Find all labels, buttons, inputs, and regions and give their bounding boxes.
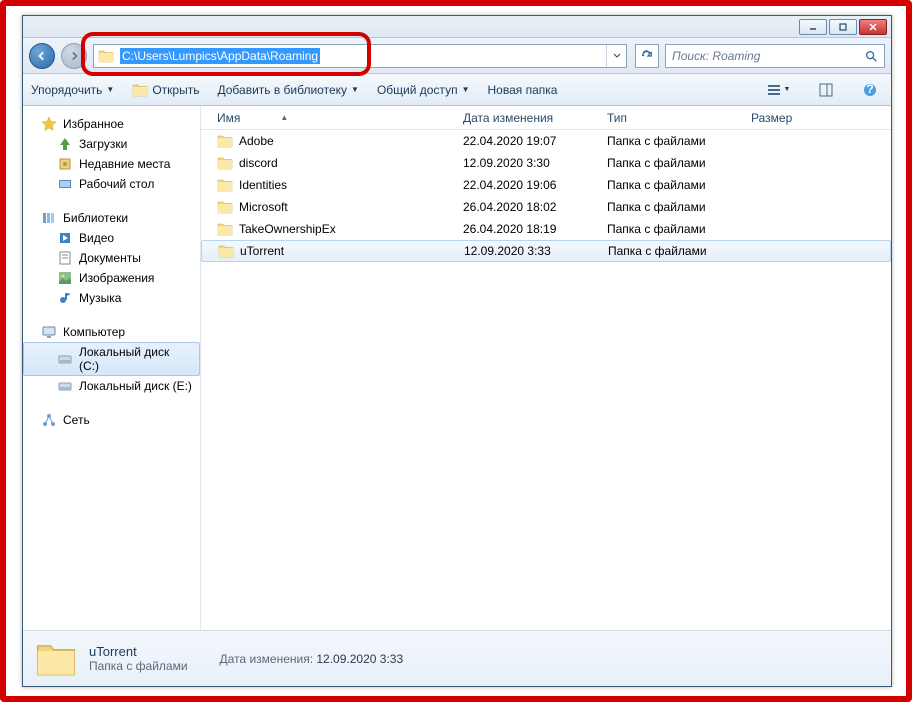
forward-button[interactable] [61, 43, 87, 69]
refresh-button[interactable] [635, 44, 659, 68]
item-icon [57, 136, 73, 152]
sidebar-item[interactable]: Рабочий стол [23, 174, 200, 194]
sidebar-item[interactable]: Локальный диск (C:) [23, 342, 200, 376]
column-headers: Имя▲ Дата изменения Тип Размер [201, 106, 891, 130]
toolbar: Упорядочить▼ Открыть Добавить в библиоте… [23, 74, 891, 106]
new-folder-button[interactable]: Новая папка [487, 83, 557, 97]
item-icon [57, 250, 73, 266]
file-list[interactable]: Adobe22.04.2020 19:07Папка с файламиdisc… [201, 130, 891, 630]
titlebar [23, 16, 891, 38]
column-name[interactable]: Имя▲ [209, 111, 455, 125]
item-icon [57, 270, 73, 286]
address-path: C:\Users\Lumpics\AppData\Roaming [120, 48, 320, 64]
sidebar-item[interactable]: Видео [23, 228, 200, 248]
folder-icon [217, 133, 233, 149]
navigation-sidebar: Избранное ЗагрузкиНедавние местаРабочий … [23, 106, 201, 630]
search-icon [864, 49, 878, 63]
star-icon [41, 116, 57, 132]
column-size[interactable]: Размер [743, 111, 843, 125]
file-row[interactable]: uTorrent12.09.2020 3:33Папка с файлами [201, 240, 891, 262]
details-name: uTorrent [89, 644, 188, 659]
search-placeholder: Поиск: Roaming [672, 49, 760, 63]
maximize-button[interactable] [829, 19, 857, 35]
folder-icon [98, 48, 114, 64]
share-menu[interactable]: Общий доступ▼ [377, 83, 470, 97]
details-date: Дата изменения: 12.09.2020 3:33 [220, 652, 404, 666]
view-mode-button[interactable]: ▼ [761, 79, 795, 101]
content-area: Избранное ЗагрузкиНедавние местаРабочий … [23, 106, 891, 630]
folder-icon [218, 243, 234, 259]
file-row[interactable]: Adobe22.04.2020 19:07Папка с файлами [201, 130, 891, 152]
sidebar-favorites-header[interactable]: Избранное [23, 114, 200, 134]
open-icon [132, 82, 148, 98]
item-icon [57, 351, 73, 367]
organize-menu[interactable]: Упорядочить▼ [31, 83, 114, 97]
close-button[interactable] [859, 19, 887, 35]
folder-icon [217, 177, 233, 193]
address-bar-row: C:\Users\Lumpics\AppData\Roaming Поиск: … [23, 38, 891, 74]
item-icon [57, 230, 73, 246]
item-icon [57, 156, 73, 172]
open-button[interactable]: Открыть [132, 82, 199, 98]
details-pane: uTorrent Папка с файлами Дата изменения:… [23, 630, 891, 686]
explorer-window: C:\Users\Lumpics\AppData\Roaming Поиск: … [22, 15, 892, 687]
add-to-library-menu[interactable]: Добавить в библиотеку▼ [217, 83, 358, 97]
file-row[interactable]: discord12.09.2020 3:30Папка с файлами [201, 152, 891, 174]
svg-text:?: ? [866, 82, 873, 96]
column-type[interactable]: Тип [599, 111, 743, 125]
sidebar-libraries-header[interactable]: Библиотеки [23, 208, 200, 228]
search-field[interactable]: Поиск: Roaming [665, 44, 885, 68]
column-date[interactable]: Дата изменения [455, 111, 599, 125]
folder-icon [217, 221, 233, 237]
item-icon [57, 176, 73, 192]
item-icon [57, 378, 73, 394]
sidebar-network-header[interactable]: Сеть [23, 410, 200, 430]
file-list-pane: Имя▲ Дата изменения Тип Размер Adobe22.0… [201, 106, 891, 630]
details-type: Папка с файлами [89, 659, 188, 673]
minimize-button[interactable] [799, 19, 827, 35]
folder-icon [35, 638, 77, 680]
folder-icon [217, 199, 233, 215]
address-field[interactable]: C:\Users\Lumpics\AppData\Roaming [93, 44, 627, 68]
back-button[interactable] [29, 43, 55, 69]
sort-indicator-icon: ▲ [280, 113, 288, 122]
help-button[interactable]: ? [857, 79, 883, 101]
address-dropdown[interactable] [606, 45, 626, 67]
sidebar-item[interactable]: Изображения [23, 268, 200, 288]
sidebar-item[interactable]: Документы [23, 248, 200, 268]
folder-icon [217, 155, 233, 171]
sidebar-item[interactable]: Загрузки [23, 134, 200, 154]
sidebar-computer-header[interactable]: Компьютер [23, 322, 200, 342]
preview-pane-button[interactable] [813, 79, 839, 101]
sidebar-item[interactable]: Локальный диск (E:) [23, 376, 200, 396]
network-icon [41, 412, 57, 428]
item-icon [57, 290, 73, 306]
sidebar-item[interactable]: Музыка [23, 288, 200, 308]
libraries-icon [41, 210, 57, 226]
file-row[interactable]: Microsoft26.04.2020 18:02Папка с файлами [201, 196, 891, 218]
file-row[interactable]: Identities22.04.2020 19:06Папка с файлам… [201, 174, 891, 196]
computer-icon [41, 324, 57, 340]
sidebar-item[interactable]: Недавние места [23, 154, 200, 174]
file-row[interactable]: TakeOwnershipEx26.04.2020 18:19Папка с ф… [201, 218, 891, 240]
